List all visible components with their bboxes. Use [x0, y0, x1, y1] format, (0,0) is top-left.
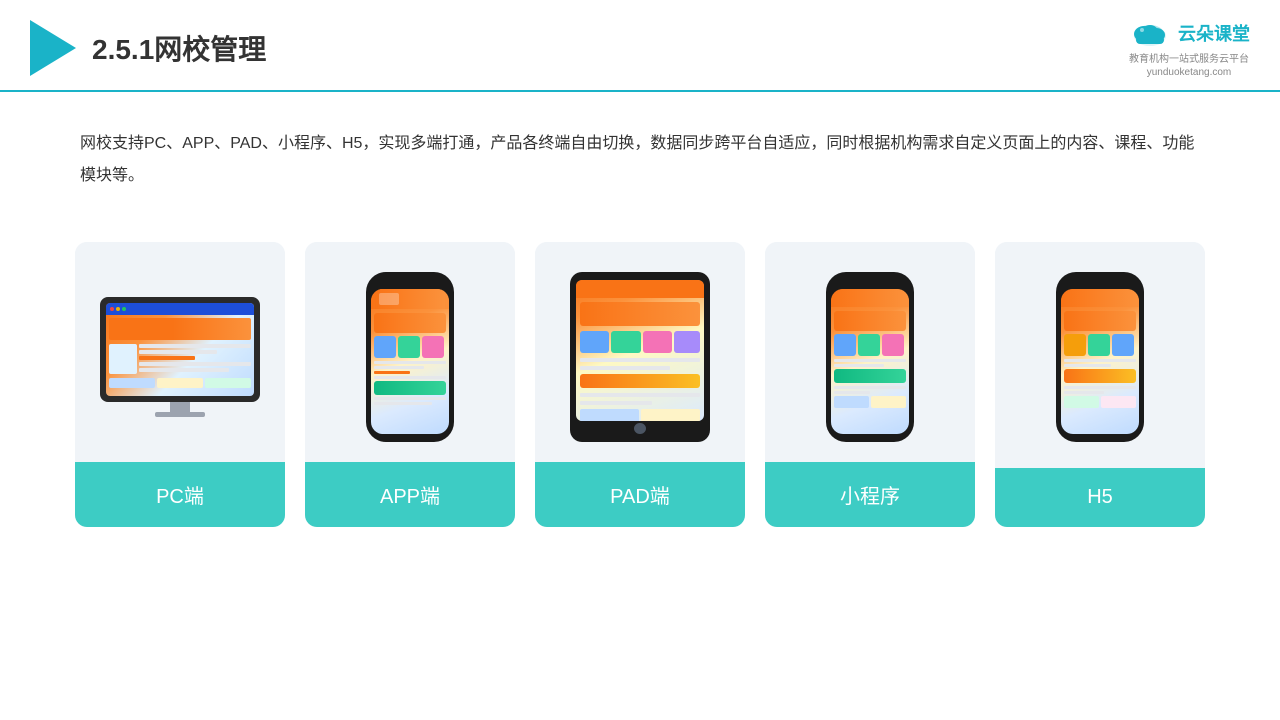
brand-logo: 云朵课堂 — [1128, 18, 1250, 48]
brand-name: 云朵课堂 — [1178, 20, 1250, 46]
card-h5: H5 — [995, 242, 1205, 527]
cloud-icon — [1128, 18, 1172, 48]
header: 2.5.1网校管理 云朵课堂 教育机构一站式服务云平台 yunduoketang… — [0, 0, 1280, 92]
card-h5-image — [995, 242, 1205, 462]
card-miniapp-image — [765, 242, 975, 462]
logo-triangle-icon — [30, 20, 76, 76]
card-pad-label: PAD端 — [535, 462, 745, 527]
header-left: 2.5.1网校管理 — [30, 20, 266, 76]
card-app-label: APP端 — [305, 462, 515, 527]
card-pad: PAD端 — [535, 242, 745, 527]
card-pc-image — [75, 242, 285, 462]
app-phone-icon — [366, 272, 454, 442]
description-text: 网校支持PC、APP、PAD、小程序、H5，实现多端打通，产品各终端自由切换，数… — [80, 128, 1200, 192]
page-title: 2.5.1网校管理 — [92, 28, 266, 68]
pc-monitor-icon — [100, 297, 260, 417]
card-miniapp: 小程序 — [765, 242, 975, 527]
brand-url: yunduoketang.com — [1147, 67, 1232, 78]
brand-slogan: 教育机构一站式服务云平台 — [1129, 50, 1249, 65]
header-right: 云朵课堂 教育机构一站式服务云平台 yunduoketang.com — [1128, 18, 1250, 78]
h5-phone-icon — [1056, 272, 1144, 442]
card-pad-image — [535, 242, 745, 462]
cards-container: PC端 — [0, 212, 1280, 557]
miniapp-phone-icon — [826, 272, 914, 442]
card-pc-label: PC端 — [75, 462, 285, 527]
description: 网校支持PC、APP、PAD、小程序、H5，实现多端打通，产品各终端自由切换，数… — [0, 92, 1280, 212]
card-pc: PC端 — [75, 242, 285, 527]
pad-tablet-icon — [570, 272, 710, 442]
card-app: APP端 — [305, 242, 515, 527]
card-app-image — [305, 242, 515, 462]
card-h5-label: H5 — [995, 468, 1205, 527]
card-miniapp-label: 小程序 — [765, 462, 975, 527]
